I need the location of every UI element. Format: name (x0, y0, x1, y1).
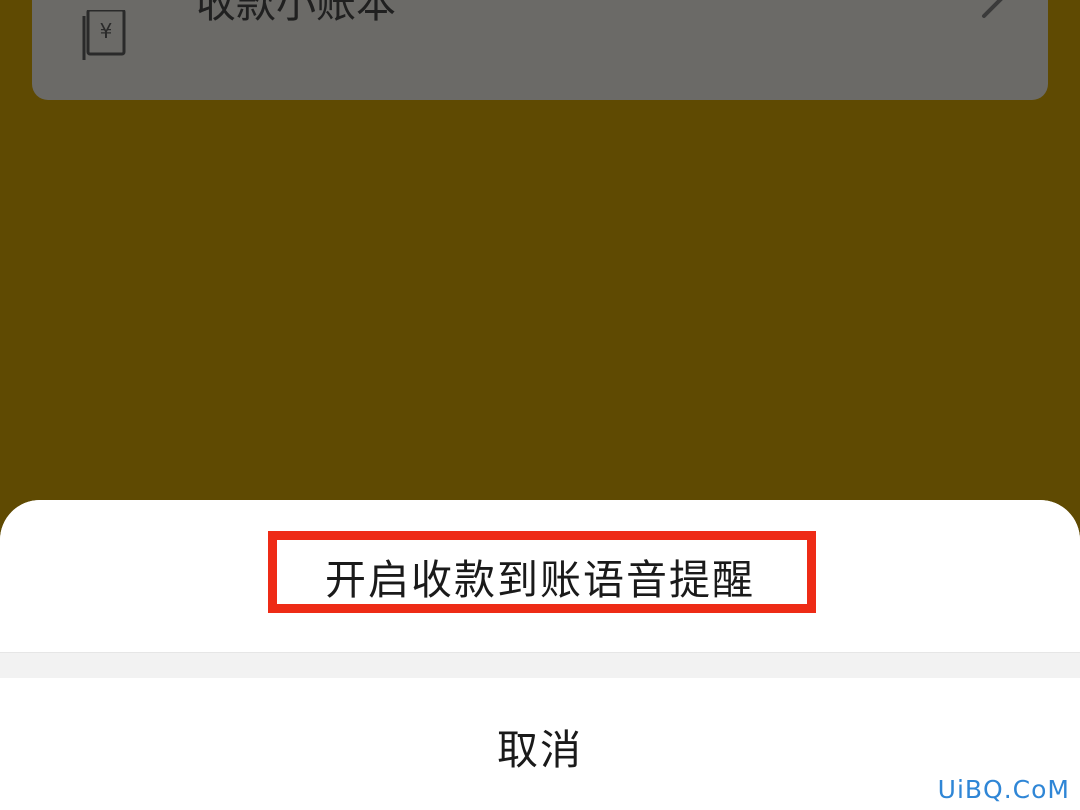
chevron-right-icon (982, 0, 1003, 18)
action-sheet: 开启收款到账语音提醒 取消 (0, 500, 1080, 810)
separator (0, 652, 1080, 678)
watermark: UiBQ.CoM (937, 775, 1070, 804)
ledger-card[interactable]: ¥ 收款小账本 (32, 0, 1048, 100)
option-label: 开启收款到账语音提醒 (325, 556, 755, 604)
ledger-label: 收款小账本 (196, 0, 396, 27)
cancel-button[interactable]: 取消 (0, 678, 1080, 810)
ledger-icon: ¥ (82, 10, 126, 60)
enable-voice-reminder-option[interactable]: 开启收款到账语音提醒 (0, 500, 1080, 652)
svg-text:¥: ¥ (100, 19, 113, 43)
cancel-label: 取消 (497, 726, 583, 774)
screen: ¥ 收款小账本 开启收款到账语音提醒 取消 UiBQ.CoM (0, 0, 1080, 810)
